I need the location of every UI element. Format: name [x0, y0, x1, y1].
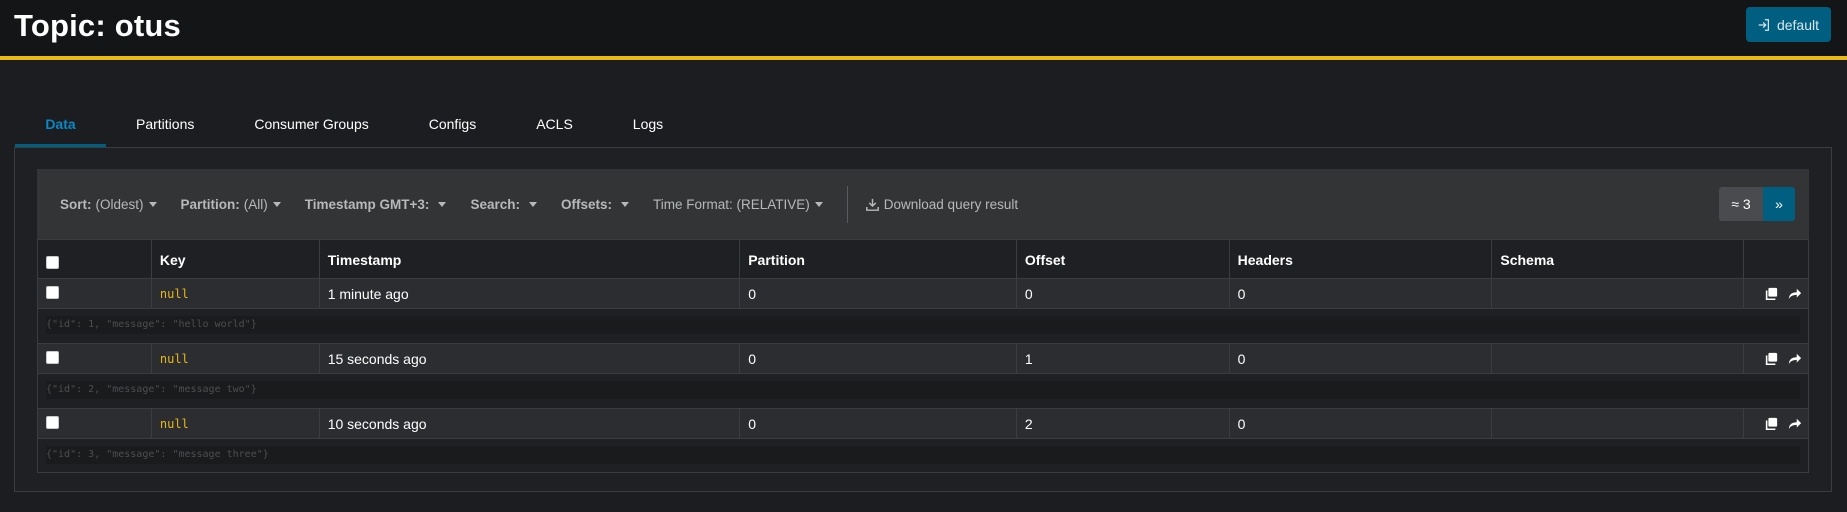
column-headers: Headers [1230, 240, 1493, 278]
next-page-button[interactable]: » [1763, 187, 1795, 221]
partition-dropdown[interactable]: Partition: (All) [181, 197, 281, 212]
row-offset: 2 [1017, 409, 1230, 438]
row-timestamp: 1 minute ago [320, 279, 741, 308]
row-schema [1492, 344, 1745, 373]
timestamp-dropdown[interactable]: Timestamp GMT+3: [305, 197, 447, 212]
row-schema [1492, 279, 1745, 308]
row-offset: 0 [1017, 279, 1230, 308]
caret-down-icon [814, 201, 823, 207]
table-row: null 15 seconds ago 0 1 0 [38, 344, 1808, 374]
row-partition: 0 [740, 279, 1017, 308]
partition-value: (All) [243, 196, 268, 212]
row-checkbox[interactable] [46, 286, 59, 299]
row-headers: 0 [1230, 279, 1493, 308]
copy-icon[interactable] [1764, 287, 1778, 301]
row-value-text: {"id": 1, "message": "hello world"} [46, 316, 1800, 334]
download-label: Download query result [883, 196, 1019, 212]
row-value: {"id": 2, "message": "message two"} [38, 374, 1808, 409]
download-icon [865, 198, 879, 211]
topic-tabs: Data Partitions Consumer Groups Configs … [15, 110, 693, 147]
row-value: {"id": 1, "message": "hello world"} [38, 309, 1808, 344]
tab-partitions[interactable]: Partitions [106, 110, 224, 147]
share-icon[interactable] [1788, 417, 1802, 431]
table-row: null 10 seconds ago 0 2 0 [38, 409, 1808, 439]
offsets-dropdown[interactable]: Offsets: [561, 197, 629, 212]
search-dropdown[interactable]: Search: [470, 197, 537, 212]
caret-down-icon [620, 201, 629, 207]
data-toolbar: Sort: (Oldest) Partition: (All) Timestam… [37, 169, 1809, 239]
select-all-cell [38, 240, 152, 278]
row-value-text: {"id": 2, "message": "message two"} [46, 381, 1800, 399]
row-timestamp: 10 seconds ago [320, 409, 741, 438]
offsets-label: Offsets: [560, 196, 612, 212]
caret-down-icon [438, 201, 447, 207]
tab-data[interactable]: Data [15, 110, 106, 147]
row-timestamp: 15 seconds ago [320, 344, 741, 373]
sort-label: Sort: [60, 196, 92, 212]
caret-down-icon [272, 201, 281, 207]
row-value: {"id": 3, "message": "message three"} [38, 439, 1808, 472]
column-offset: Offset [1017, 240, 1230, 278]
record-count: ≈ 3 [1719, 187, 1763, 221]
caret-down-icon [148, 201, 157, 207]
sign-in-icon [1758, 18, 1769, 31]
sort-dropdown[interactable]: Sort: (Oldest) [60, 197, 157, 212]
timestamp-label: Timestamp GMT+3: [304, 196, 430, 212]
row-checkbox[interactable] [46, 416, 59, 429]
row-checkbox[interactable] [46, 351, 59, 364]
table-row: null 1 minute ago 0 0 0 [38, 279, 1808, 309]
tab-configs[interactable]: Configs [399, 110, 506, 147]
share-icon[interactable] [1788, 287, 1802, 301]
row-schema [1492, 409, 1745, 438]
page-title: Topic: otus [14, 8, 181, 43]
data-panel: Sort: (Oldest) Partition: (All) Timestam… [14, 147, 1832, 492]
tab-logs[interactable]: Logs [603, 110, 693, 147]
pagination: ≈ 3 » [1719, 187, 1795, 221]
caret-down-icon [528, 201, 537, 207]
records-table: Key Timestamp Partition Offset Headers S… [37, 239, 1809, 473]
row-value-text: {"id": 3, "message": "message three"} [46, 446, 1800, 464]
copy-icon[interactable] [1764, 352, 1778, 366]
sort-value: (Oldest) [95, 196, 144, 212]
search-label: Search: [470, 196, 520, 212]
row-key: null [159, 351, 189, 366]
row-key: null [159, 286, 189, 301]
cluster-button[interactable]: default [1745, 7, 1831, 42]
tab-acls[interactable]: ACLS [506, 110, 603, 147]
column-key: Key [152, 240, 320, 278]
row-key: null [159, 416, 189, 431]
toolbar-divider [846, 185, 848, 223]
time-format-dropdown[interactable]: Time Format: (RELATIVE) [653, 197, 823, 212]
select-all-checkbox[interactable] [46, 256, 59, 269]
tab-consumer-groups[interactable]: Consumer Groups [224, 110, 398, 147]
share-icon[interactable] [1788, 352, 1802, 366]
download-button[interactable]: Download query result [865, 196, 1019, 212]
row-partition: 0 [740, 409, 1017, 438]
column-timestamp: Timestamp [320, 240, 741, 278]
row-headers: 0 [1230, 344, 1493, 373]
time-format-label: Time Format: (RELATIVE) [652, 196, 810, 212]
column-schema: Schema [1492, 240, 1745, 278]
column-partition: Partition [740, 240, 1017, 278]
cluster-label: default [1776, 16, 1819, 33]
row-headers: 0 [1230, 409, 1493, 438]
partition-label: Partition: [180, 196, 240, 212]
page-header: Topic: otus default [0, 0, 1847, 60]
row-partition: 0 [740, 344, 1017, 373]
row-offset: 1 [1017, 344, 1230, 373]
column-actions [1744, 240, 1808, 278]
table-header: Key Timestamp Partition Offset Headers S… [38, 240, 1808, 279]
copy-icon[interactable] [1764, 417, 1778, 431]
